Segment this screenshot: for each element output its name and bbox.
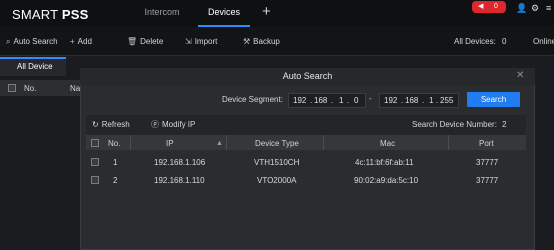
select-all-results-checkbox[interactable] <box>91 139 99 147</box>
auto-search-button[interactable]: ⌕ Auto Search <box>6 36 58 48</box>
column-divider <box>448 135 449 150</box>
backup-icon: ⚒ <box>243 37 251 46</box>
app-logo: SMART PSS <box>12 7 89 22</box>
device-segment-label: Device Segment: <box>222 95 283 104</box>
tab-intercom[interactable]: Intercom <box>134 0 190 25</box>
cell-port: 37777 <box>476 176 499 185</box>
search-button[interactable]: Search <box>467 92 520 107</box>
cell-no: 1 <box>113 158 118 167</box>
results-table-header <box>86 135 526 150</box>
cell-port: 37777 <box>476 158 499 167</box>
speaker-icon: ◀ <box>478 3 484 10</box>
cell-mac: 4c:11:bf:6f:ab:11 <box>355 158 414 167</box>
col-ip-header[interactable]: IP <box>166 139 174 148</box>
import-label: Import <box>194 37 218 46</box>
cell-device-type: VTH1510CH <box>254 158 300 167</box>
col-mac-header: Mac <box>380 139 396 148</box>
add-label: Add <box>77 37 92 46</box>
search-device-number: Search Device Number: 2 <box>412 120 507 129</box>
import-icon: ⇲ <box>185 37 192 46</box>
dialog-title: Auto Search <box>80 68 535 85</box>
delete-button[interactable]: 🗑 Delete <box>127 36 163 48</box>
alarm-notification-badge[interactable]: ◀ 0 <box>472 1 506 13</box>
notification-count: 0 <box>494 3 498 10</box>
cell-no: 2 <box>113 176 118 185</box>
gear-icon[interactable]: ⚙ <box>531 2 539 14</box>
col-no: No. <box>24 84 37 93</box>
cell-mac: 90:02:a9:da:5c:10 <box>354 176 419 185</box>
backup-label: Backup <box>253 37 280 46</box>
auto-search-label: Auto Search <box>13 37 58 46</box>
user-icon[interactable]: 👤 <box>516 2 527 14</box>
range-dash: - <box>369 94 372 103</box>
modify-ip-button[interactable]: ⓟ Modify IP <box>151 119 195 130</box>
start-ip-input[interactable]: 192 . 168 . 1 . 0 <box>288 93 366 108</box>
trash-icon: 🗑 <box>127 37 138 46</box>
online-label: Online <box>533 37 554 46</box>
column-divider <box>226 135 227 150</box>
row-checkbox[interactable] <box>91 176 99 184</box>
all-devices-count: All Devices: 0 <box>454 37 507 46</box>
table-row[interactable]: 1 192.168.1.106 VTH1510CH 4c:11:bf:6f:ab… <box>86 153 526 171</box>
modify-ip-label: Modify IP <box>162 120 196 129</box>
end-ip-input[interactable]: 192 . 168 . 1 . 255 <box>379 93 459 108</box>
tab-devices[interactable]: Devices <box>198 0 250 27</box>
table-row[interactable]: 2 192.168.1.110 VTO2000A 90:02:a9:da:5c:… <box>86 171 526 189</box>
tab-all-device[interactable]: All Device <box>0 57 66 76</box>
cell-ip: 192.168.1.106 <box>154 158 206 167</box>
cell-ip: 192.168.1.110 <box>154 176 205 185</box>
close-icon[interactable]: ✕ <box>516 70 524 81</box>
refresh-button[interactable]: ↻ Refresh <box>92 119 130 130</box>
column-divider <box>323 135 324 150</box>
menu-icon[interactable]: ≡ <box>546 2 551 14</box>
row-checkbox[interactable] <box>91 158 99 166</box>
import-button[interactable]: ⇲ Import <box>185 36 217 48</box>
refresh-icon: ↻ <box>92 120 99 129</box>
column-divider <box>130 135 131 150</box>
plus-icon: + <box>70 37 75 46</box>
delete-label: Delete <box>140 37 164 46</box>
backup-button[interactable]: ⚒ Backup <box>243 36 280 48</box>
add-tab-icon[interactable]: + <box>262 3 271 21</box>
add-button[interactable]: + Add <box>70 36 92 48</box>
select-all-checkbox[interactable] <box>8 84 16 92</box>
search-icon: ⌕ <box>6 37 11 46</box>
col-name: Na <box>70 84 81 93</box>
cell-device-type: VTO2000A <box>257 176 297 185</box>
modify-ip-icon: ⓟ <box>151 120 159 129</box>
sort-ascending-icon[interactable]: ▲ <box>216 139 223 148</box>
col-no-header: No. <box>108 139 121 148</box>
col-port-header: Port <box>479 139 494 148</box>
col-device-type-header: Device Type <box>255 139 299 148</box>
refresh-label: Refresh <box>101 120 130 129</box>
